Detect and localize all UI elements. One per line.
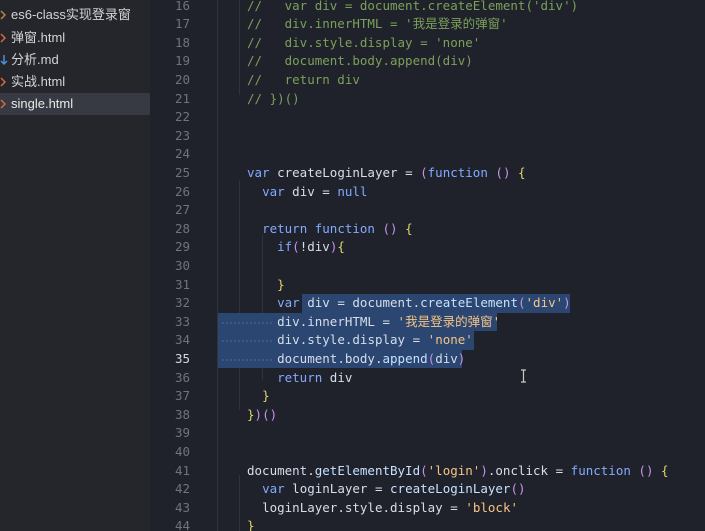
code-line[interactable]: }	[247, 276, 285, 295]
code-line[interactable]: div.style.display = 'none'	[247, 331, 473, 350]
line-number: 27	[174, 202, 190, 218]
code-line[interactable]: var createLoginLayer = (function () {	[247, 164, 526, 183]
file-explorer-sidebar: es6-class实现登录窗 弹窗.html 分析.md 实战.html single.…	[0, 0, 150, 531]
sidebar-file-item[interactable]: single.html	[0, 93, 150, 115]
code-line[interactable]: // var div = document.createElement('div…	[247, 0, 578, 15]
line-number: 37	[174, 388, 190, 404]
sidebar-file-name: 实战.html	[11, 74, 66, 89]
line-number: 20	[174, 71, 190, 87]
line-number: 17	[174, 16, 190, 32]
code-line[interactable]: document.body.append(div)	[247, 350, 465, 369]
line-number: 32	[174, 295, 190, 311]
line-number: 35	[174, 350, 190, 366]
line-number: 26	[174, 183, 190, 199]
line-number: 18	[174, 34, 190, 50]
sidebar-file-name: single.html	[11, 96, 74, 111]
sidebar-file-item[interactable]: 弹窗.html	[0, 27, 150, 49]
html-file-icon	[0, 27, 8, 49]
code-line[interactable]: var div = null	[247, 183, 367, 202]
html-file-icon	[0, 71, 8, 93]
line-number: 28	[174, 220, 190, 236]
code-line[interactable]: div.innerHTML = '我是登录的弹窗'	[247, 313, 500, 332]
html-file-icon	[0, 93, 8, 115]
code-line[interactable]: })()	[247, 406, 277, 425]
code-line[interactable]: // div.innerHTML = '我是登录的弹窗'	[247, 15, 508, 34]
code-line[interactable]: // div.style.display = 'none'	[247, 34, 480, 53]
code-line[interactable]: }	[247, 387, 270, 406]
line-number: 34	[174, 332, 190, 348]
line-number: 38	[174, 406, 190, 422]
line-number: 39	[174, 425, 190, 441]
indent-guide	[239, 180, 240, 410]
code-line[interactable]: document.getElementById('login').onclick…	[247, 462, 669, 481]
sidebar-file-name: es6-class实现登录窗	[11, 7, 131, 22]
line-number: 33	[174, 313, 190, 329]
sidebar-file-item[interactable]: es6-class实现登录窗	[0, 4, 150, 26]
line-number: 31	[174, 276, 190, 292]
text-cursor-icon	[520, 368, 527, 383]
indent-guide	[239, 475, 240, 531]
indent-guide	[239, 0, 240, 95]
code-line[interactable]: var div = document.createElement('div')	[247, 294, 571, 313]
line-number: 40	[174, 443, 190, 459]
indent-guide	[217, 0, 218, 531]
sidebar-file-name: 弹窗.html	[11, 30, 66, 45]
line-number: 23	[174, 127, 190, 143]
code-line[interactable]: // document.body.append(div)	[247, 52, 473, 71]
chevron-right-icon	[0, 4, 8, 26]
code-line[interactable]: // })()	[247, 90, 300, 109]
line-number: 43	[174, 499, 190, 515]
line-number: 44	[174, 518, 190, 531]
line-number: 25	[174, 164, 190, 180]
line-number: 19	[174, 53, 190, 69]
code-line[interactable]: }	[247, 517, 255, 531]
code-editor[interactable]: 16 // var div = document.createElement('d…	[150, 0, 705, 531]
line-number: 42	[174, 481, 190, 497]
line-number: 24	[174, 146, 190, 162]
line-number: 22	[174, 109, 190, 125]
code-line[interactable]: loginLayer.style.display = 'block'	[247, 499, 518, 518]
sidebar-file-item[interactable]: 分析.md	[0, 49, 150, 71]
line-number: 41	[174, 462, 190, 478]
code-line[interactable]: if(!div){	[247, 238, 345, 257]
line-number: 21	[174, 90, 190, 106]
code-line[interactable]: // return div	[247, 71, 360, 90]
markdown-file-icon	[0, 49, 8, 71]
code-line[interactable]: return function () {	[247, 220, 413, 239]
code-line[interactable]: var loginLayer = createLoginLayer()	[247, 480, 525, 499]
sidebar-file-name: 分析.md	[11, 52, 59, 67]
sidebar-file-item[interactable]: 实战.html	[0, 71, 150, 93]
code-line[interactable]: return div	[247, 369, 352, 388]
line-number: 30	[174, 257, 190, 273]
line-number: 29	[174, 239, 190, 255]
line-number: 36	[174, 369, 190, 385]
line-number: 16	[174, 0, 190, 13]
